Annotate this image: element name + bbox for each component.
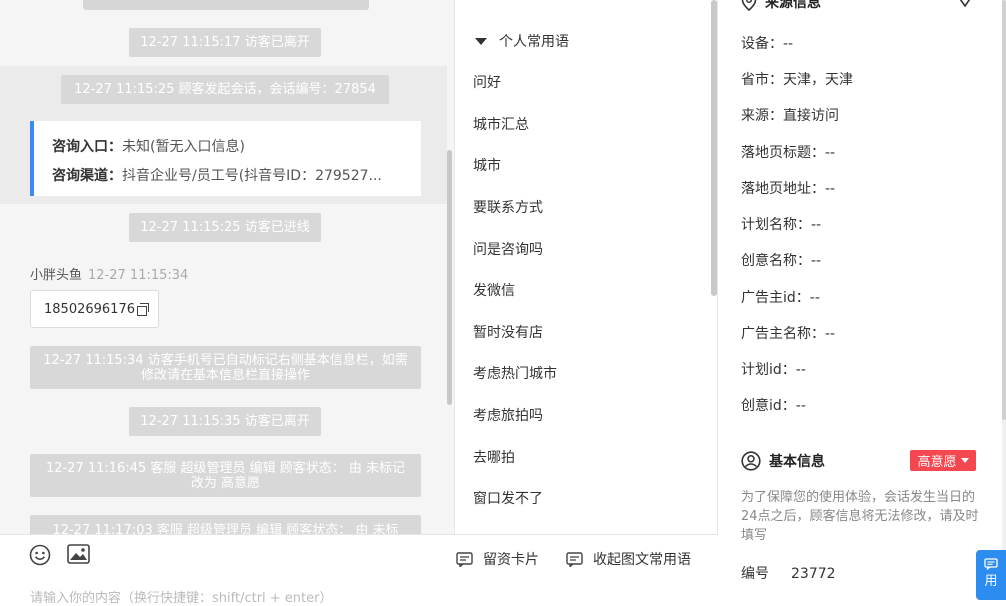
copy-icon[interactable] <box>136 303 149 316</box>
message-icon <box>566 551 583 567</box>
basic-info-title: 基本信息 <box>769 454 825 470</box>
location-icon <box>741 0 757 11</box>
compose-area: 留资卡片 收起图文常用语 请输入你的内容（换行快捷键：shift/ctrl + … <box>0 534 718 606</box>
entry-label: 咨询入口： <box>52 139 122 155</box>
edit-deadline-hint: 为了保障您的使用体验，会话发生当日的24点之后，顾客信息将无法修改，请及时填写 <box>741 490 979 543</box>
visitor-header: 小胖头鱼 12-27 11:15:34 <box>30 264 188 283</box>
message-time: 12-27 11:15:34 <box>88 268 189 283</box>
phrases-group-title: 个人常用语 <box>499 34 569 50</box>
intent-status-dropdown[interactable]: 高意愿 <box>910 450 976 471</box>
chat-scrollbar[interactable] <box>447 150 452 405</box>
source-row-landing-url: 落地页地址：-- <box>741 181 836 197</box>
message-input[interactable]: 请输入你的内容（换行快捷键：shift/ctrl + enter） <box>30 587 333 606</box>
phrase-item[interactable]: 发微信 <box>473 280 515 300</box>
image-icon[interactable] <box>67 544 90 568</box>
source-info-heading: 来源信息 <box>741 0 821 12</box>
source-row-advertiser-id: 广告主id：-- <box>741 290 820 306</box>
collapse-phrases-button[interactable]: 收起图文常用语 <box>566 549 691 569</box>
phrase-item[interactable]: 要联系方式 <box>473 197 543 217</box>
consult-info-card: 咨询入口：未知(暂无入口信息) 咨询渠道：抖音企业号/员工号(抖音号ID：279… <box>30 121 421 196</box>
visitor-info-panel: 来源信息 设备：-- 省市：天津，天津 来源：直接访问 落地页标题：-- 落地页… <box>719 0 1006 594</box>
system-message: 12-27 11:15:34 访客手机号已自动标记右侧基本信息栏，如需修改请在基… <box>30 346 421 389</box>
customer-id-label: 编号 <box>741 566 769 582</box>
collapse-phrases-label: 收起图文常用语 <box>593 552 691 568</box>
channel-label: 咨询渠道： <box>52 168 122 184</box>
chat-transcript[interactable]: 12-27 11:15:17 访客已离开 12-27 11:15:25 顾客发起… <box>0 0 455 534</box>
phrase-item[interactable]: 问是咨询吗 <box>473 239 543 259</box>
phrases-group-toggle[interactable]: 个人常用语 <box>475 31 569 51</box>
system-message: 12-27 11:15:25 顾客发起会话，会话编号：27854 <box>61 75 389 104</box>
customer-id-value: 23772 <box>791 566 836 582</box>
system-message: 12-27 11:16:45 客服 超级管理员 编辑 顾客状态： 由 未标记 改… <box>30 454 421 497</box>
source-row-creative-id: 创意id：-- <box>741 398 806 414</box>
common-phrases-panel: 个人常用语 问好 城市汇总 城市 要联系方式 问是咨询吗 发微信 暂时没有店 考… <box>455 0 718 534</box>
source-info-title: 来源信息 <box>765 0 821 11</box>
caret-down-icon <box>960 458 969 463</box>
phrase-item[interactable]: 考虑热门城市 <box>473 363 557 383</box>
phone-message-bubble: 18502696176 <box>30 290 159 328</box>
phrase-item[interactable]: 去哪拍 <box>473 447 515 467</box>
leave-card-button[interactable]: 留资卡片 <box>456 549 539 569</box>
user-circle-icon <box>741 451 761 471</box>
source-row-advertiser-name: 广告主名称：-- <box>741 326 836 342</box>
phrases-scrollbar[interactable] <box>711 0 717 296</box>
source-row-device: 设备：-- <box>741 36 794 52</box>
side-float-tab[interactable]: 用 <box>976 550 1006 600</box>
customer-id-row: 编号 23772 <box>741 563 836 583</box>
phrase-item[interactable]: 窗口发不了 <box>473 488 543 508</box>
entry-value: 未知(暂无入口信息) <box>122 139 245 155</box>
phrase-item[interactable]: 考虑旅拍吗 <box>473 405 543 425</box>
basic-info-heading: 基本信息 <box>741 451 825 471</box>
phrase-item[interactable]: 城市汇总 <box>473 114 529 134</box>
side-tab-label: 用 <box>984 574 998 589</box>
source-row-landing-title: 落地页标题：-- <box>741 145 836 161</box>
system-message: 12-27 11:15:25 访客已进线 <box>129 213 321 242</box>
source-row-plan-id: 计划id：-- <box>741 362 806 378</box>
card-icon <box>456 551 473 567</box>
emoji-icon[interactable] <box>29 544 51 570</box>
source-row-creative-name: 创意名称：-- <box>741 253 822 269</box>
visitor-name: 小胖头鱼 <box>30 268 83 283</box>
phrase-item[interactable]: 问好 <box>473 72 501 92</box>
source-row-origin: 来源：直接访问 <box>741 108 839 124</box>
phrase-item[interactable]: 城市 <box>473 155 501 175</box>
system-message: 12-27 11:15:17 访客已离开 <box>129 28 321 57</box>
source-row-plan-name: 计划名称：-- <box>741 217 822 233</box>
previous-message-stub <box>83 0 369 10</box>
system-message: 12-27 11:15:35 访客已离开 <box>129 407 321 436</box>
system-message: 12-27 11:17:03 客服 超级管理员 编辑 顾客状态： 由 未标 <box>30 515 421 534</box>
leave-card-label: 留资卡片 <box>483 552 539 568</box>
edit-icon[interactable] <box>956 0 974 12</box>
chat-bubble-icon <box>984 558 998 570</box>
info-scrollbar[interactable] <box>1002 0 1006 420</box>
channel-value: 抖音企业号/员工号(抖音号ID：279527... <box>122 168 382 184</box>
phone-number: 18502696176 <box>44 301 135 317</box>
source-row-region: 省市：天津，天津 <box>741 72 853 88</box>
caret-down-icon <box>475 37 487 45</box>
phrase-item[interactable]: 暂时没有店 <box>473 322 543 342</box>
intent-status-label: 高意愿 <box>917 455 957 470</box>
